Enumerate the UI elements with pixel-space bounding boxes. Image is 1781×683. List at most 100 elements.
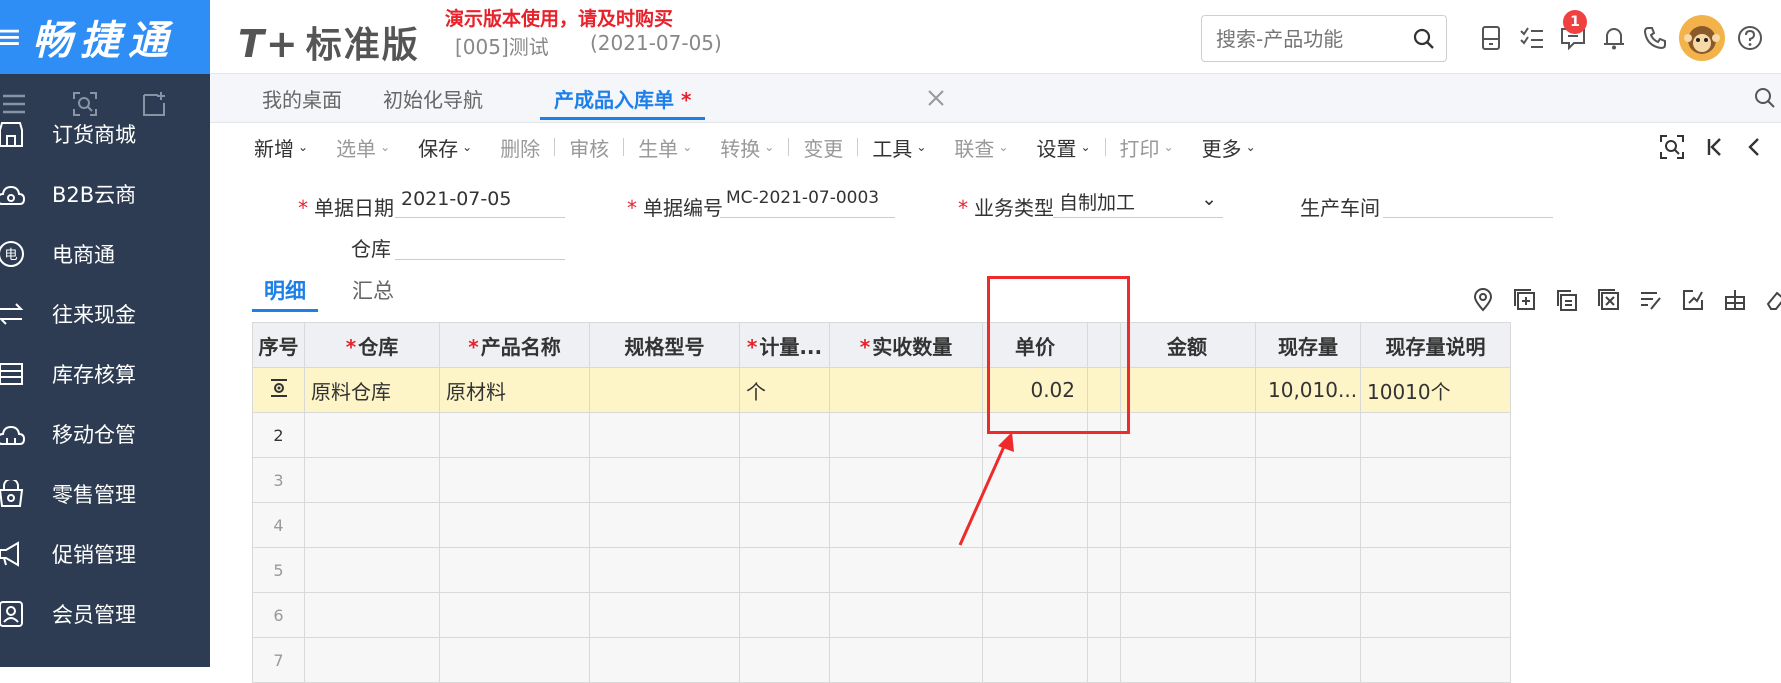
cell[interactable] [739, 412, 830, 458]
edit-list-icon[interactable] [1638, 287, 1664, 313]
cell[interactable] [439, 412, 590, 458]
sidebar-item-ecommerce[interactable]: 电 电商通 [0, 224, 210, 284]
search-icon[interactable] [1402, 16, 1446, 61]
search-icon[interactable] [1753, 86, 1779, 112]
cell-stock[interactable]: 10,010... [1255, 367, 1361, 413]
cell[interactable] [829, 637, 983, 683]
biz-type-select[interactable]: 自制加工 ⌄ [1053, 186, 1223, 218]
settings-button[interactable]: 设置 ⌄ [1022, 133, 1104, 162]
cell[interactable] [589, 547, 740, 593]
phone-icon[interactable] [1634, 18, 1675, 58]
sidebar-item-order-mall[interactable]: 订货商城 [0, 104, 210, 164]
cell[interactable] [1360, 637, 1511, 683]
cell[interactable] [1255, 637, 1361, 683]
menu-icon[interactable]: ≡ [0, 17, 23, 57]
change-button[interactable]: 变更 [789, 133, 857, 162]
cell[interactable] [304, 412, 440, 458]
col-amount[interactable]: 金额 [1120, 322, 1256, 368]
demo-warning[interactable]: 演示版本使用，请及时购买 [445, 4, 673, 31]
col-seq[interactable]: 序号 [252, 322, 305, 368]
generate-doc-button[interactable]: 生单 ⌄ [624, 133, 706, 162]
cell[interactable] [982, 637, 1088, 683]
cell[interactable] [829, 592, 983, 638]
doc-no-field[interactable]: MC-2021-07-0003 [720, 186, 895, 218]
sidebar-item-promotion[interactable]: 促销管理 [0, 524, 210, 584]
cell[interactable] [1255, 502, 1361, 548]
user-avatar[interactable] [1679, 15, 1725, 61]
cell[interactable] [1360, 547, 1511, 593]
table-row[interactable]: 6 [252, 592, 1511, 638]
audit-button[interactable]: 审核 [555, 133, 623, 162]
col-warehouse[interactable]: * 仓库 [304, 322, 440, 368]
tab-summary[interactable]: 汇总 [352, 275, 394, 305]
cell[interactable] [1120, 547, 1256, 593]
table-row[interactable]: 5 [252, 547, 1511, 593]
cell[interactable] [829, 547, 983, 593]
cell[interactable] [739, 457, 830, 503]
cell[interactable] [1255, 457, 1361, 503]
cell[interactable] [1360, 457, 1511, 503]
cell[interactable] [439, 457, 590, 503]
close-icon[interactable] [926, 88, 950, 112]
cell-amount[interactable] [1120, 367, 1256, 413]
col-unit[interactable]: * 计量... [739, 322, 830, 368]
cell[interactable] [1120, 457, 1256, 503]
col-stock[interactable]: 现存量 [1255, 322, 1361, 368]
delete-row-icon[interactable] [1596, 287, 1622, 313]
function-search[interactable] [1201, 15, 1447, 62]
convert-button[interactable]: 转换 ⌄ [706, 133, 788, 162]
cell[interactable] [1120, 637, 1256, 683]
cell[interactable] [439, 637, 590, 683]
cell[interactable] [1255, 412, 1361, 458]
sidebar-item-inventory[interactable]: 库存核算 [0, 344, 210, 404]
cell-spec[interactable] [589, 367, 740, 413]
search-input[interactable] [1202, 16, 1402, 61]
cell[interactable] [439, 502, 590, 548]
col-stock-desc[interactable]: 现存量说明 [1360, 322, 1511, 368]
more-button[interactable]: 更多 ⌄ [1188, 133, 1270, 162]
table-row[interactable]: 7 [252, 637, 1511, 683]
sidebar-item-cash[interactable]: 往来现金 [0, 284, 210, 344]
sidebar-item-b2b[interactable]: B2B云商 [0, 164, 210, 224]
scan-search-icon[interactable] [1659, 134, 1685, 164]
tab-detail[interactable]: 明细 [252, 275, 318, 312]
sidebar-item-member[interactable]: 会员管理 [0, 584, 210, 644]
workshop-field[interactable] [1383, 186, 1553, 218]
new-button[interactable]: 新增 ⌄ [240, 133, 322, 162]
copy-row-icon[interactable] [1554, 287, 1580, 313]
export-icon[interactable] [1680, 287, 1706, 313]
tab-my-desktop[interactable]: 我的桌面 [262, 84, 342, 118]
cell[interactable] [739, 502, 830, 548]
cell[interactable] [982, 592, 1088, 638]
help-icon[interactable] [1729, 18, 1770, 58]
cell[interactable] [439, 547, 590, 593]
sidebar-item-mobile-warehouse[interactable]: 移动仓管 [0, 404, 210, 464]
add-row-icon[interactable] [1512, 287, 1538, 313]
cell[interactable] [1255, 592, 1361, 638]
cell[interactable] [589, 457, 740, 503]
tools-button[interactable]: 工具 ⌄ [858, 133, 940, 162]
first-record-icon[interactable] [1705, 136, 1725, 162]
tasklist-icon[interactable] [1511, 18, 1552, 58]
cell[interactable] [739, 592, 830, 638]
cell[interactable] [304, 457, 440, 503]
table-row[interactable]: 3 [252, 457, 1511, 503]
cell[interactable] [982, 547, 1088, 593]
cell[interactable] [589, 502, 740, 548]
tab-finished-goods-receipt[interactable]: 产成品入库单 * [540, 84, 706, 120]
cell[interactable] [589, 637, 740, 683]
tab-init-guide[interactable]: 初始化导航 [383, 84, 483, 118]
cell[interactable] [739, 637, 830, 683]
cell[interactable] [1360, 412, 1511, 458]
cell[interactable] [304, 547, 440, 593]
cell-warehouse[interactable]: 原料仓库 [304, 367, 440, 413]
col-qty[interactable]: * 实收数量 [829, 322, 983, 368]
bell-icon[interactable] [1593, 18, 1634, 58]
row-settings-icon[interactable] [252, 367, 305, 413]
cell[interactable] [1120, 592, 1256, 638]
cell[interactable] [1120, 502, 1256, 548]
col-product[interactable]: * 产品名称 [439, 322, 590, 368]
cell[interactable] [1360, 502, 1511, 548]
more-icon[interactable] [1770, 18, 1781, 58]
cell[interactable] [304, 502, 440, 548]
